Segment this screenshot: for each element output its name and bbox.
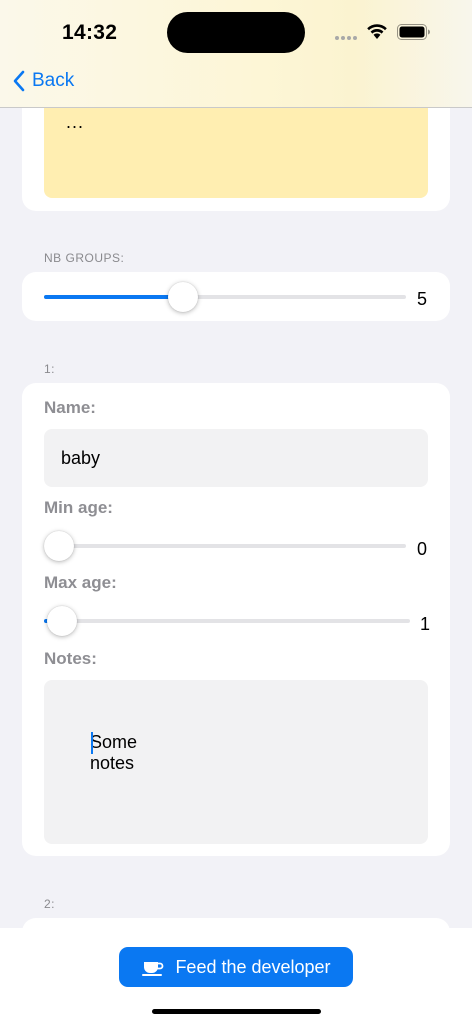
min-age-slider[interactable] (44, 531, 406, 561)
nb-groups-slider[interactable] (44, 282, 406, 312)
max-age-value: 1 (420, 614, 431, 634)
home-indicator (152, 1009, 321, 1014)
text-caret (91, 732, 93, 754)
nb-groups-value: 5 (417, 289, 428, 309)
slider-fill (44, 295, 184, 299)
bottom-bar: Feed the developer (0, 928, 472, 1024)
description-card: ... (22, 90, 450, 211)
name-field-value: baby (61, 448, 101, 468)
max-age-slider[interactable] (44, 606, 410, 636)
slider-thumb[interactable] (44, 531, 74, 561)
name-field[interactable]: baby (44, 429, 428, 487)
notes-field[interactable]: Some notes (44, 680, 428, 844)
slider-track (44, 619, 410, 623)
dynamic-island (167, 12, 305, 53)
group-2-header: 2: (44, 897, 56, 911)
cellular-signal-icon (335, 36, 357, 40)
min-age-value: 0 (417, 539, 428, 559)
description-note-text: ... (66, 112, 85, 132)
group-1-header: 1: (44, 362, 56, 376)
min-age-label: Min age: (44, 498, 113, 517)
slider-track (44, 544, 406, 548)
name-label: Name: (44, 398, 96, 417)
back-button[interactable]: Back (12, 70, 74, 92)
feed-button-label: Feed the developer (175, 956, 331, 977)
chevron-left-icon (13, 70, 25, 92)
status-time: 14:32 (62, 21, 118, 44)
feed-the-developer-button[interactable]: Feed the developer (119, 947, 353, 987)
battery-icon (397, 24, 430, 40)
slider-thumb[interactable] (47, 606, 77, 636)
nb-groups-header: NB GROUPS: (44, 251, 125, 265)
max-age-label: Max age: (44, 573, 117, 592)
notes-label: Notes: (44, 649, 97, 668)
wifi-icon (367, 24, 387, 39)
coffee-cup-icon (142, 962, 164, 976)
group-1-card: Name: baby Min age: 0 Max age: 1 Notes: … (22, 383, 450, 856)
slider-thumb[interactable] (168, 282, 198, 312)
back-label: Back (32, 70, 75, 91)
notes-field-value: Some notes (90, 732, 138, 773)
nb-groups-card: 5 (22, 272, 450, 321)
top-bar: 14:32 Back (0, 0, 472, 108)
